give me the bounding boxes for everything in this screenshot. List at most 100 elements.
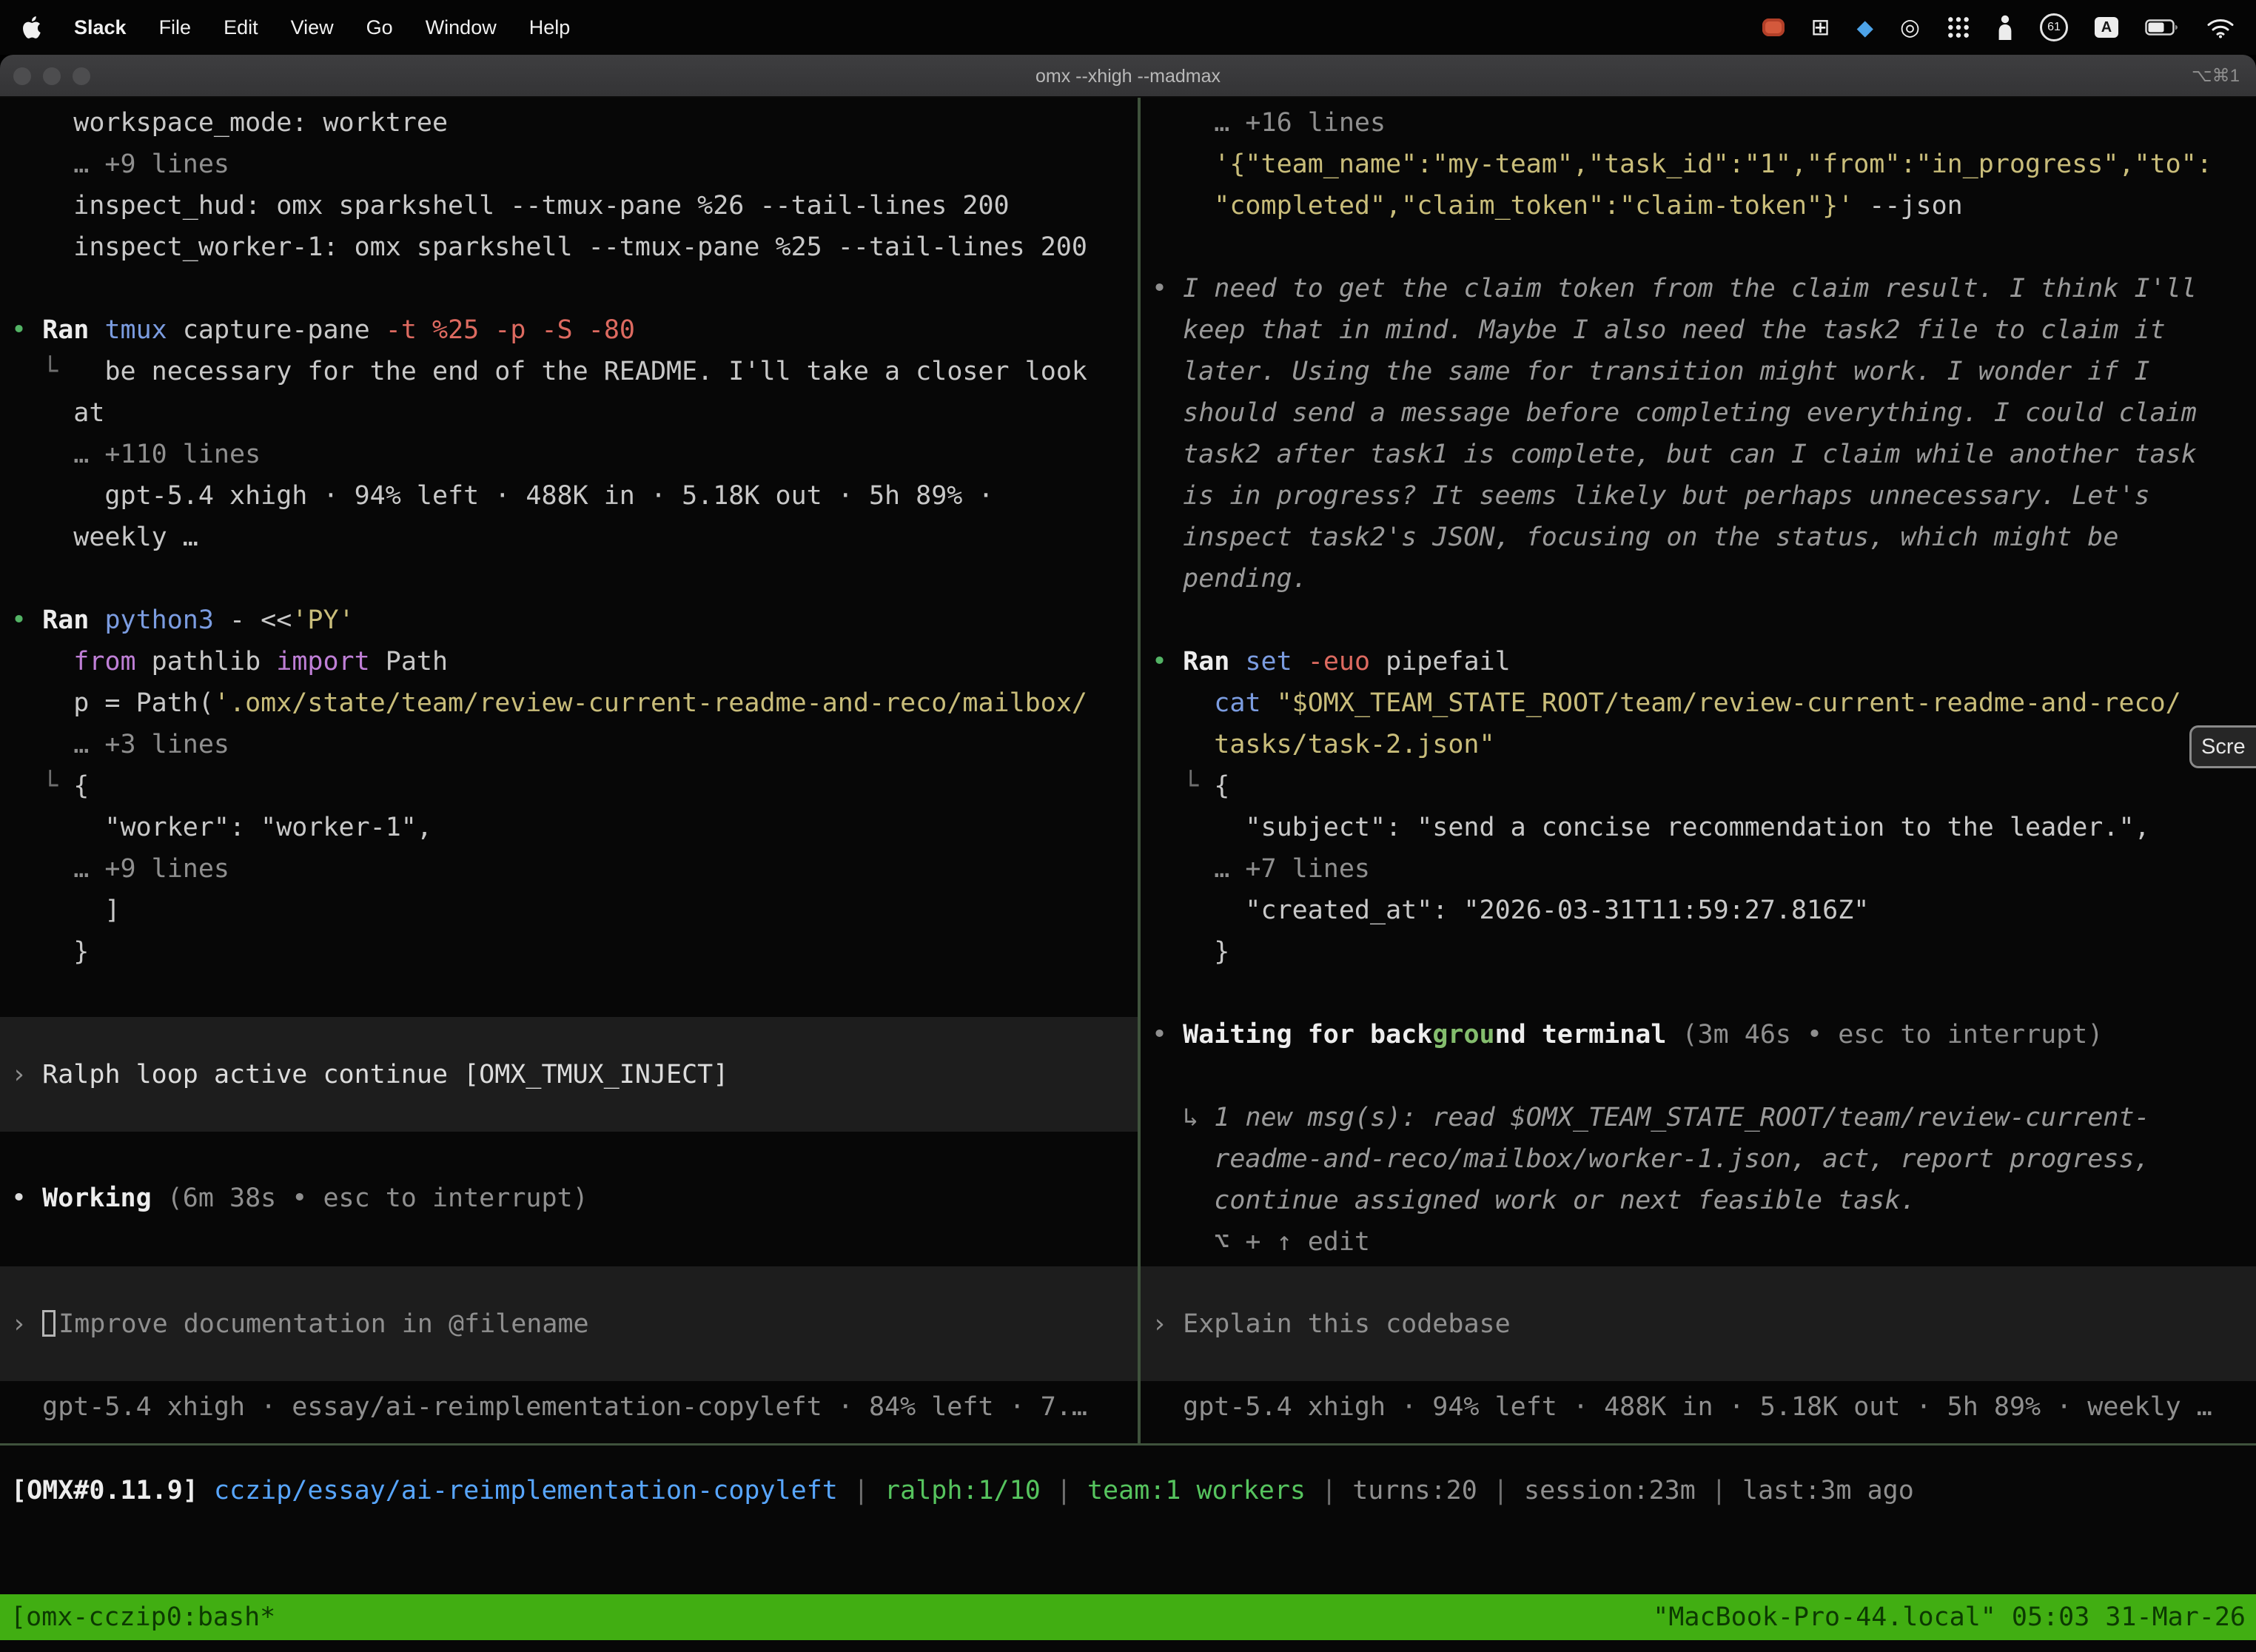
terminal-line: › Ralph loop active continue [OMX_TMUX_I… [11, 1054, 1138, 1095]
tmux-horizontal-divider [0, 1443, 2256, 1446]
window-title: omx --xhigh --madmax [0, 55, 2256, 98]
menu-item-window[interactable]: Window [426, 16, 497, 39]
input-source-letter: A [2095, 17, 2118, 38]
input-source-icon[interactable]: A [2095, 17, 2118, 38]
terminal-line: workspace_mode: worktree [11, 102, 1138, 144]
terminal-line: task2 after task1 is complete, but can I… [1152, 434, 2256, 475]
right-prompt-input[interactable]: › Explain this codebase [1141, 1266, 2256, 1381]
battery-gauge-value: 61 [2047, 21, 2061, 34]
terminal-line [11, 268, 1138, 309]
terminal-line: should send a message before completing … [1152, 392, 2256, 434]
terminal-line: └ { [1152, 765, 2256, 807]
window-shortcut-hint: ⌥⌘1 [2192, 55, 2240, 98]
left-status-footer: gpt-5.4 xhigh · essay/ai-reimplementatio… [0, 1386, 1138, 1428]
battery-gauge-circle: 61 [2040, 13, 2068, 41]
wifi-icon[interactable] [2206, 16, 2235, 39]
text-cursor [42, 1310, 56, 1337]
terminal-line: readme-and-reco/mailbox/worker-1.json, a… [1152, 1138, 2256, 1180]
terminal-line: └ { [11, 765, 1138, 807]
wifi-shape [2206, 16, 2235, 39]
omx-status-line: [OMX#0.11.9] cczip/essay/ai-reimplementa… [0, 1470, 2256, 1511]
terminal-line: } [11, 931, 1138, 973]
pane-left-output: workspace_mode: worktree … +9 lines insp… [0, 102, 1138, 973]
terminal-line: weekly … [11, 517, 1138, 558]
terminal-line: "worker": "worker-1", [11, 807, 1138, 848]
terminal-line: › Improve documentation in @filename [11, 1303, 1138, 1345]
tmux-session-name: [omx-cczip0:bash* [10, 1602, 275, 1632]
terminal-line: keep that in mind. Maybe I also need the… [1152, 309, 2256, 351]
left-working-status: • Working (6m 38s • esc to interrupt) [0, 1178, 1138, 1219]
terminal-line: cat "$OMX_TEAM_STATE_ROOT/team/review-cu… [1152, 682, 2256, 724]
right-status-footer: gpt-5.4 xhigh · 94% left · 488K in · 5.1… [1141, 1386, 2256, 1428]
person-icon[interactable] [1997, 15, 2013, 40]
menu-bar: Slack File Edit View Go Window Help ⊞ ◆ … [0, 0, 2256, 55]
apple-logo-icon [21, 15, 41, 40]
menu-item-view[interactable]: View [291, 16, 334, 39]
terminal-line: "completed","claim_token":"claim-token"}… [1152, 185, 2256, 226]
terminal-line: … +9 lines [11, 144, 1138, 185]
tmux-status-bar: [omx-cczip0:bash* "MacBook-Pro-44.local"… [0, 1594, 2256, 1640]
terminal-line: pending. [1152, 558, 2256, 600]
terminal-line: … +9 lines [11, 848, 1138, 890]
terminal-line: • Ran tmux capture-pane -t %25 -p -S -80 [11, 309, 1138, 351]
battery-icon[interactable] [2145, 19, 2179, 36]
terminal-line: later. Using the same for transition mig… [1152, 351, 2256, 392]
terminal-line [1152, 600, 2256, 641]
terminal-line: └ be necessary for the end of the README… [11, 351, 1138, 392]
left-prompt-input[interactable]: › Improve documentation in @filename [0, 1266, 1138, 1381]
terminal-line [1152, 226, 2256, 268]
terminal-line: at [11, 392, 1138, 434]
terminal-line: ] [11, 890, 1138, 931]
grid-icon[interactable]: ⊞ [1811, 14, 1830, 41]
menu-item-file[interactable]: File [159, 16, 192, 39]
tmux-pane-left: workspace_mode: worktree … +9 lines insp… [0, 98, 1138, 1443]
terminal-line: } [1152, 931, 2256, 973]
terminal-line: is in progress? It seems likely but perh… [1152, 475, 2256, 517]
menu-bar-status-icons: ⊞ ◆ ◎ 61 A [1762, 13, 2235, 41]
person-shape [1997, 15, 2013, 40]
blue-app-icon[interactable]: ◆ [1857, 15, 1873, 41]
terminal-line: gpt-5.4 xhigh · 94% left · 488K in · 5.1… [1152, 1386, 2256, 1428]
terminal-line: continue assigned work or next feasible … [1152, 1180, 2256, 1221]
terminal-line: p = Path('.omx/state/team/review-current… [11, 682, 1138, 724]
battery-shape [2145, 19, 2179, 36]
terminal-line: … +110 lines [11, 434, 1138, 475]
terminal-line: from pathlib import Path [11, 641, 1138, 682]
terminal-line: … +16 lines [1152, 102, 2256, 144]
window-title-bar: omx --xhigh --madmax ⌥⌘1 [0, 55, 2256, 98]
terminal-line: … +7 lines [1152, 848, 2256, 890]
terminal-line: '{"team_name":"my-team","task_id":"1","f… [1152, 144, 2256, 185]
terminal-line: ⌥ + ↑ edit [1152, 1221, 2256, 1263]
terminal-line: ↳ 1 new msg(s): read $OMX_TEAM_STATE_ROO… [1152, 1097, 2256, 1138]
terminal-line [1152, 973, 2256, 1014]
terminal-line: • Ran set -euo pipefail [1152, 641, 2256, 682]
screen-capture-overlay[interactable]: Scre [2189, 725, 2256, 768]
menu-bar-left: Slack File Edit View Go Window Help [21, 15, 570, 40]
menu-item-edit[interactable]: Edit [224, 16, 258, 39]
menu-item-help[interactable]: Help [529, 16, 571, 39]
terminal-line: [OMX#0.11.9] cczip/essay/ai-reimplementa… [11, 1470, 2256, 1511]
battery-gauge-icon[interactable]: 61 [2040, 13, 2068, 41]
menu-app-name[interactable]: Slack [74, 16, 127, 39]
menu-item-go[interactable]: Go [366, 16, 393, 39]
terminal-line: "created_at": "2026-03-31T11:59:27.816Z" [1152, 890, 2256, 931]
record-shape [1762, 19, 1785, 36]
terminal-line: gpt-5.4 xhigh · 94% left · 488K in · 5.1… [11, 475, 1138, 517]
terminal-line: • Working (6m 38s • esc to interrupt) [11, 1178, 1138, 1219]
terminal-line: … +3 lines [11, 724, 1138, 765]
terminal-line: › Explain this codebase [1152, 1303, 2256, 1345]
dots-grid-shape [1947, 16, 1970, 39]
left-inject-banner[interactable]: › Ralph loop active continue [OMX_TMUX_I… [0, 1017, 1138, 1132]
pane-right-output: … +16 lines '{"team_name":"my-team","tas… [1141, 102, 2256, 1263]
terminal-line: inspect task2's JSON, focusing on the st… [1152, 517, 2256, 558]
ring-app-icon[interactable]: ◎ [1900, 14, 1920, 41]
terminal-line: inspect_hud: omx sparkshell --tmux-pane … [11, 185, 1138, 226]
screen-recording-indicator-icon[interactable] [1762, 19, 1785, 36]
apple-menu-icon[interactable] [21, 15, 41, 40]
terminal-line [11, 558, 1138, 600]
terminal-line: gpt-5.4 xhigh · essay/ai-reimplementatio… [11, 1386, 1138, 1428]
terminal-line: tasks/task-2.json" [1152, 724, 2256, 765]
dots-grid-icon[interactable] [1947, 16, 1970, 39]
tmux-pane-right: … +16 lines '{"team_name":"my-team","tas… [1141, 98, 2256, 1443]
terminal-line: inspect_worker-1: omx sparkshell --tmux-… [11, 226, 1138, 268]
